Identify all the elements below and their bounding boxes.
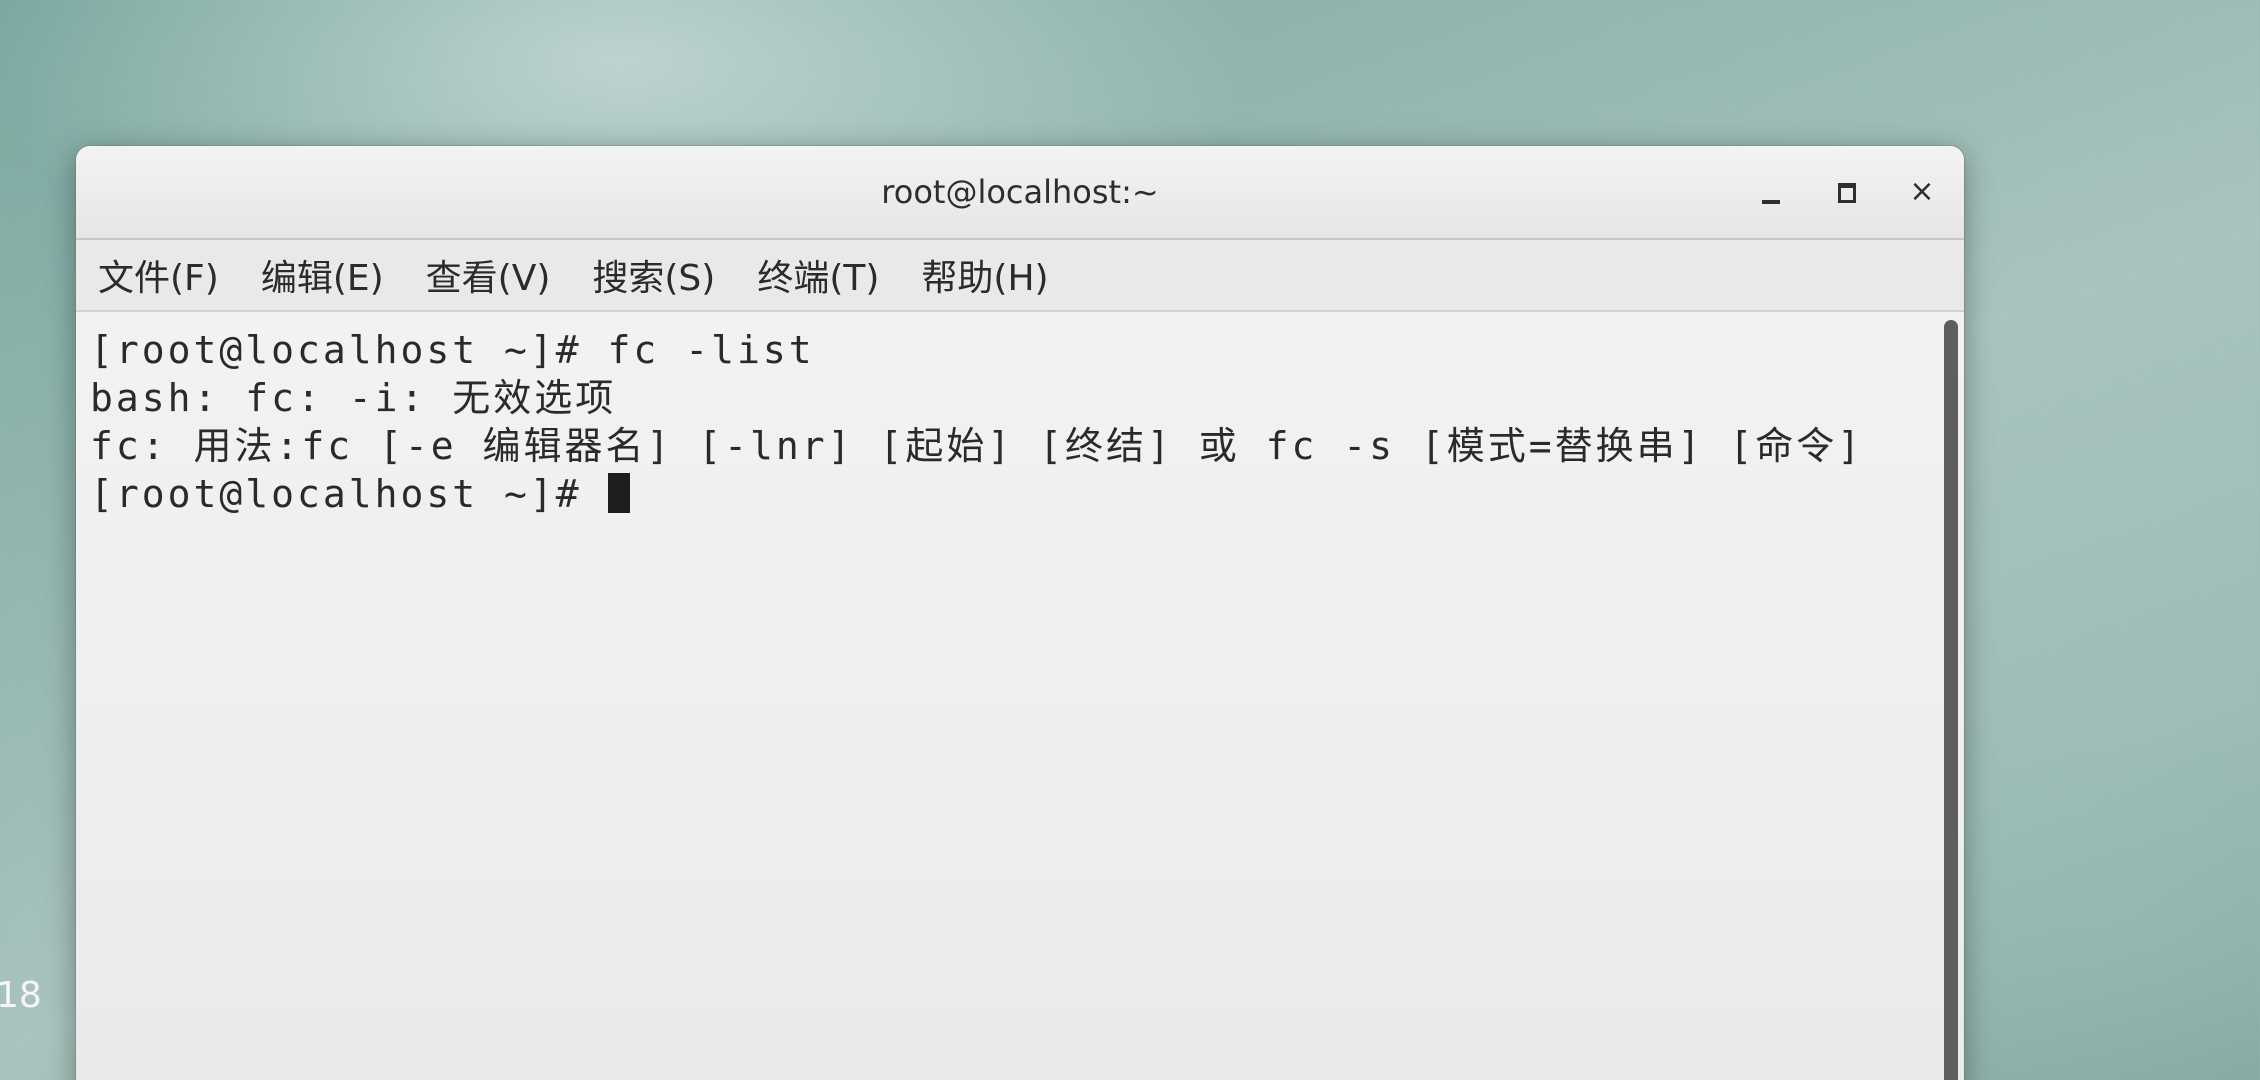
menu-edit[interactable]: 编辑(E) <box>261 249 384 301</box>
text-cursor <box>607 473 630 513</box>
desktop-icon-label: 18 <box>0 975 42 1016</box>
terminal-prompt-line: [root@localhost ~]# <box>90 470 1964 518</box>
menu-search[interactable]: 搜索(S) <box>592 249 715 301</box>
close-icon: × <box>1909 174 1935 209</box>
minimize-button[interactable] <box>1750 172 1790 212</box>
terminal-window: root@localhost:~ × 文件(F) 编辑(E) 查看(V) 搜索(… <box>76 146 1964 1080</box>
menu-file[interactable]: 文件(F) <box>98 249 219 301</box>
terminal-output[interactable]: [root@localhost ~]# fc -list bash: fc: -… <box>76 312 1964 1080</box>
window-title: root@localhost:~ <box>881 173 1159 211</box>
menu-terminal[interactable]: 终端(T) <box>757 249 879 301</box>
maximize-icon <box>1838 183 1856 203</box>
menu-bar: 文件(F) 编辑(E) 查看(V) 搜索(S) 终端(T) 帮助(H) <box>76 240 1964 312</box>
terminal-prompt: [root@localhost ~]# <box>90 472 608 516</box>
menu-help[interactable]: 帮助(H) <box>921 249 1048 301</box>
terminal-line: [root@localhost ~]# fc -list <box>90 328 815 372</box>
close-button[interactable]: × <box>1902 172 1942 212</box>
terminal-line: fc: 用法:fc [-e 编辑器名] [-lnr] [起始] [终结] 或 f… <box>90 424 1864 468</box>
menu-view[interactable]: 查看(V) <box>426 249 551 301</box>
terminal-line: bash: fc: -i: 无效选项 <box>90 376 617 420</box>
maximize-button[interactable] <box>1826 172 1866 212</box>
minimize-icon <box>1762 200 1780 204</box>
title-bar[interactable]: root@localhost:~ × <box>76 146 1964 240</box>
scrollbar[interactable] <box>1944 320 1958 1080</box>
